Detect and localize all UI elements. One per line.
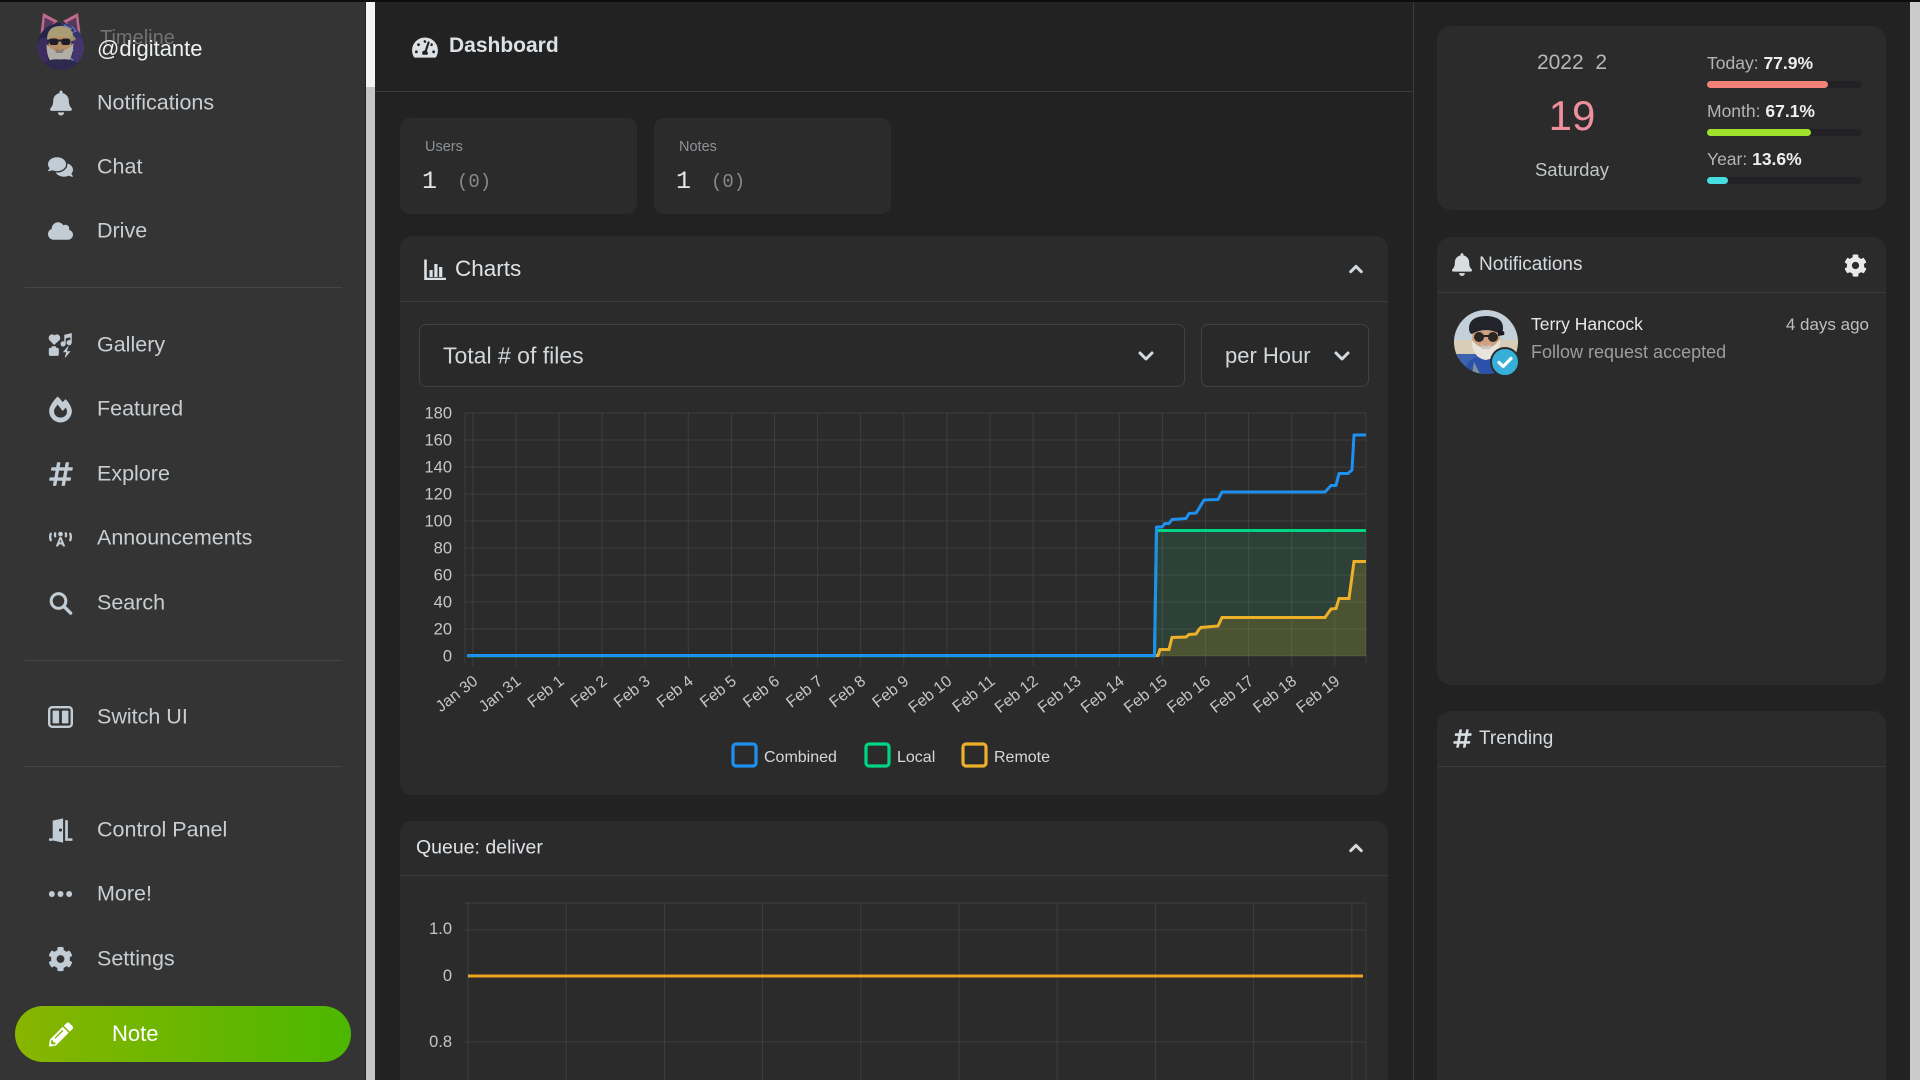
svg-text:Feb 17: Feb 17 <box>1207 673 1257 717</box>
svg-text:160: 160 <box>424 432 452 450</box>
svg-text:Feb 15: Feb 15 <box>1121 673 1171 717</box>
svg-text:120: 120 <box>424 486 452 504</box>
svg-text:Feb 3: Feb 3 <box>611 673 654 712</box>
svg-text:40: 40 <box>434 594 452 612</box>
svg-text:60: 60 <box>434 567 452 585</box>
svg-text:Feb 10: Feb 10 <box>906 673 956 717</box>
svg-text:180: 180 <box>424 405 452 423</box>
svg-text:Feb 6: Feb 6 <box>740 673 783 712</box>
svg-text:100: 100 <box>424 513 452 531</box>
svg-text:Feb 14: Feb 14 <box>1078 673 1128 717</box>
svg-text:80: 80 <box>434 540 452 558</box>
svg-text:Feb 2: Feb 2 <box>568 673 611 712</box>
svg-text:Local: Local <box>897 749 935 766</box>
svg-text:Feb 16: Feb 16 <box>1164 673 1214 717</box>
svg-text:Jan 31: Jan 31 <box>476 673 524 716</box>
svg-text:Feb 7: Feb 7 <box>783 673 826 712</box>
svg-text:0: 0 <box>443 648 452 666</box>
svg-text:Feb 18: Feb 18 <box>1250 673 1300 717</box>
svg-text:Jan 30: Jan 30 <box>433 673 481 716</box>
svg-text:Feb 1: Feb 1 <box>525 673 568 712</box>
svg-text:20: 20 <box>434 621 452 639</box>
svg-text:140: 140 <box>424 459 452 477</box>
svg-text:Remote: Remote <box>994 749 1050 766</box>
svg-text:Combined: Combined <box>764 749 837 766</box>
svg-text:Feb 13: Feb 13 <box>1035 673 1085 717</box>
svg-text:Feb 5: Feb 5 <box>697 673 740 712</box>
svg-text:Feb 12: Feb 12 <box>992 673 1042 717</box>
svg-text:Feb 4: Feb 4 <box>654 673 697 712</box>
svg-text:Feb 19: Feb 19 <box>1294 673 1344 717</box>
svg-text:Feb 9: Feb 9 <box>870 673 913 712</box>
svg-text:Feb 11: Feb 11 <box>950 673 999 716</box>
svg-text:0.8: 0.8 <box>429 1033 452 1051</box>
svg-text:1.0: 1.0 <box>429 920 452 938</box>
svg-text:0: 0 <box>443 967 452 985</box>
svg-text:Feb 8: Feb 8 <box>826 673 869 712</box>
